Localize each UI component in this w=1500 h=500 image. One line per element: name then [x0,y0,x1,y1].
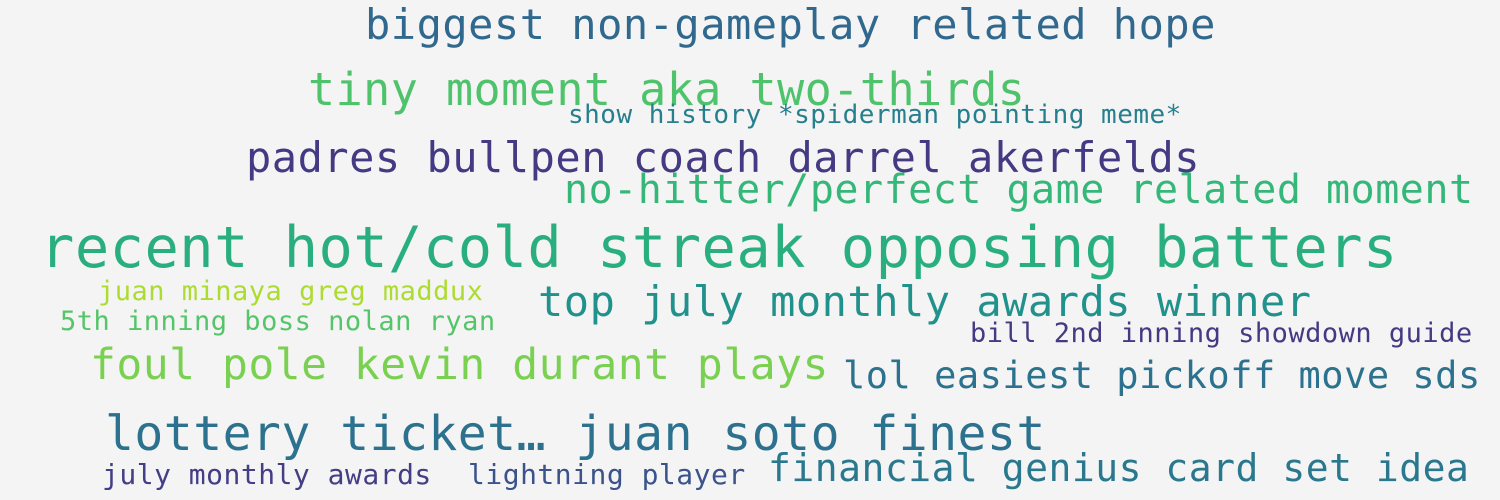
word-cloud-phrase: top july monthly awards winner [538,277,1312,326]
word-cloud-phrase: lightning player [468,458,746,491]
word-cloud-phrase: 5th inning boss nolan ryan [60,306,496,337]
word-cloud-phrase: bill 2nd inning showdown guide [970,318,1473,349]
word-cloud-phrase: no-hitter/perfect game related moment [564,167,1474,213]
word-cloud-phrase: july monthly awards [102,458,432,491]
word-cloud-phrase: lol easiest pickoff move sds [843,354,1481,397]
word-cloud-phrase: juan minaya greg maddux [98,276,484,307]
word-cloud: biggest non-gameplay related hope tiny m… [0,0,1500,500]
word-cloud-phrase: foul pole kevin durant plays [90,340,829,390]
word-cloud-phrase: biggest non-gameplay related hope [365,0,1216,49]
word-cloud-phrase: financial genius card set idea [768,446,1470,490]
word-cloud-phrase: show history *spiderman pointing meme* [568,100,1182,130]
word-cloud-phrase: recent hot/cold streak opposing batters [40,215,1398,281]
